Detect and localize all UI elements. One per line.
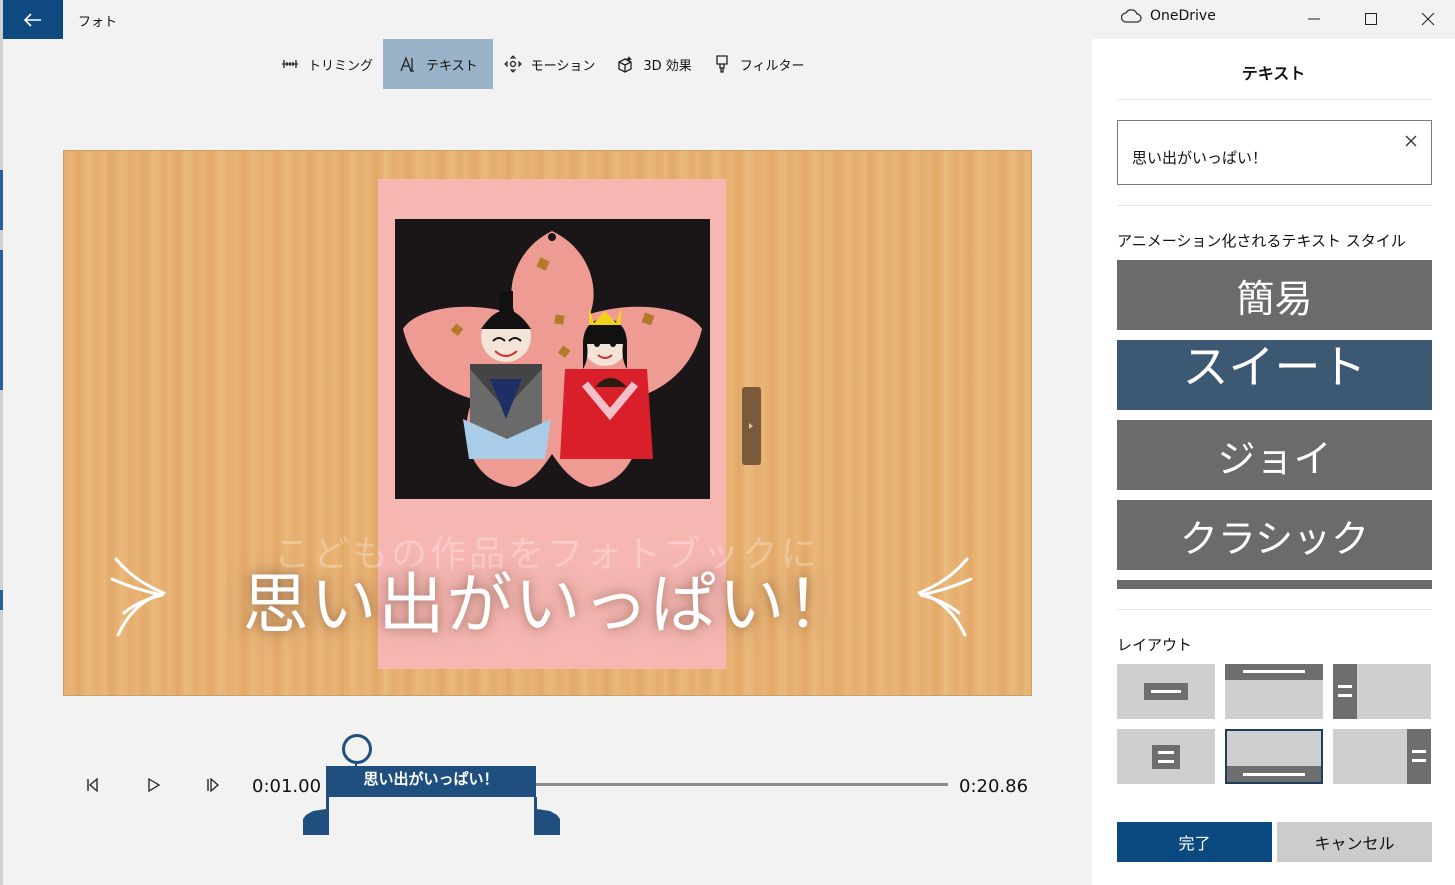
layout-center[interactable] — [1117, 664, 1215, 719]
left-flourish-icon — [110, 557, 166, 637]
filter-icon — [716, 55, 728, 73]
step-forward-icon — [207, 777, 219, 793]
left-edge-strip — [0, 0, 3, 885]
tool-motion[interactable]: モーション — [493, 39, 606, 89]
layout-right[interactable] — [1333, 729, 1431, 784]
tool-trim[interactable]: トリミング — [270, 39, 383, 89]
tool-trim-label: トリミング — [308, 58, 374, 74]
artwork-photo — [395, 219, 710, 499]
tool-text-label: テキスト — [426, 58, 478, 74]
start-time: 0:01.00 — [252, 776, 322, 797]
tool-motion-label: モーション — [530, 58, 596, 74]
cancel-button[interactable]: キャンセル — [1277, 822, 1432, 862]
done-button[interactable]: 完了 — [1117, 822, 1272, 862]
minimize-icon — [1308, 18, 1320, 20]
overlay-text-input[interactable] — [1117, 120, 1432, 185]
tool-filter-label: フィルター — [739, 58, 805, 74]
trim-icon — [282, 60, 298, 68]
clear-text-button[interactable] — [1401, 131, 1421, 151]
play-button[interactable] — [141, 773, 165, 797]
cloud-icon — [1120, 9, 1142, 23]
previous-frame-button[interactable] — [80, 773, 104, 797]
back-arrow-icon — [24, 12, 41, 27]
frame-side-handle[interactable] — [742, 387, 761, 465]
layout-label: レイアウト — [1117, 636, 1193, 654]
tool-text[interactable]: テキスト — [383, 39, 493, 89]
style-sweet[interactable]: スイート — [1117, 340, 1432, 410]
layout-left[interactable] — [1333, 664, 1431, 719]
clear-icon — [1405, 135, 1417, 147]
right-flourish-icon — [917, 557, 973, 637]
style-joy[interactable]: ジョイ — [1117, 420, 1432, 490]
playhead-knob[interactable] — [342, 734, 372, 764]
tool-filter[interactable]: フィルター — [702, 39, 815, 89]
text-icon — [400, 56, 415, 72]
maximize-icon — [1365, 13, 1377, 25]
panel-title: テキスト — [1241, 64, 1306, 83]
layout-bottom[interactable] — [1225, 729, 1323, 784]
edit-toolbar: トリミング テキスト モーション 3D 効果 フィルター — [270, 39, 815, 89]
style-simple[interactable]: 簡易 — [1117, 260, 1432, 330]
tool-3d-effects[interactable]: 3D 効果 — [605, 39, 701, 89]
motion-icon — [503, 55, 522, 73]
tool-3d-effects-label: 3D 効果 — [643, 58, 692, 74]
overlay-title-text: 思い出がいっぱい！ — [242, 566, 855, 643]
text-segment-label: 思い出がいっぱい！ — [363, 770, 499, 788]
segment-end-handle[interactable] — [534, 797, 560, 835]
segment-start-handle[interactable] — [303, 797, 329, 835]
next-frame-button[interactable] — [201, 773, 225, 797]
maximize-button[interactable] — [1360, 8, 1382, 30]
3d-effects-icon — [618, 56, 633, 73]
step-back-icon — [87, 777, 98, 793]
video-preview[interactable]: こどもの作品をフォトブックに 思い出がいっぱい！ — [63, 150, 1032, 696]
style-classic[interactable]: クラシック — [1117, 500, 1432, 570]
minimize-button[interactable] — [1303, 8, 1325, 30]
layout-top[interactable] — [1225, 664, 1323, 719]
close-button[interactable] — [1417, 8, 1439, 30]
close-icon — [1421, 12, 1435, 26]
layout-center-small[interactable] — [1117, 729, 1215, 784]
end-time: 0:20.86 — [959, 776, 1029, 797]
style-list-more[interactable] — [1117, 580, 1432, 589]
app-title: フォト — [78, 15, 118, 30]
hina-doll-artwork — [403, 231, 702, 487]
play-icon — [148, 777, 161, 793]
back-button[interactable] — [3, 0, 63, 39]
styles-label: アニメーション化されるテキスト スタイル — [1117, 232, 1406, 250]
account-name: OneDrive — [1150, 8, 1216, 24]
onedrive-account[interactable]: OneDrive — [1120, 8, 1216, 24]
